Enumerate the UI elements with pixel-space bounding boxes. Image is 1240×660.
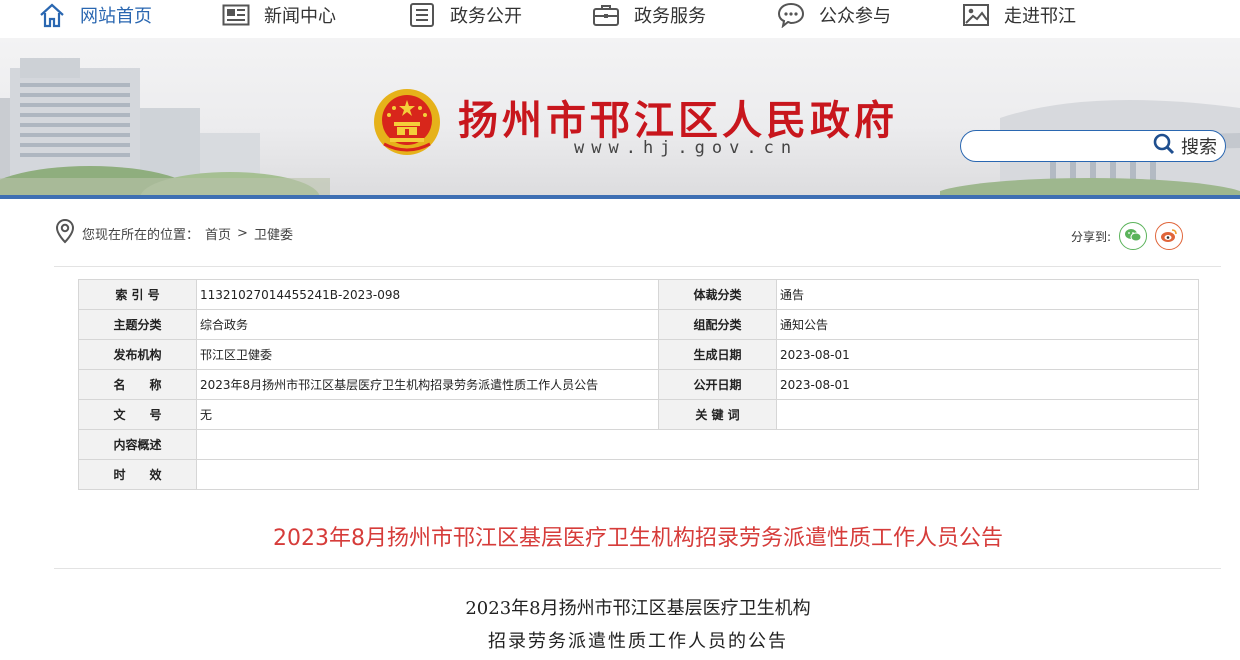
- meta-label-created: 生成日期: [658, 339, 777, 370]
- meta-label-summary: 内容概述: [78, 429, 197, 460]
- site-url: www.hj.gov.cn: [574, 138, 799, 158]
- search-input[interactable]: [973, 135, 1155, 159]
- table-row: 时 效: [78, 459, 1199, 490]
- meta-label-group: 组配分类: [658, 309, 777, 340]
- share-wechat-button[interactable]: [1119, 222, 1148, 250]
- meta-label-public-date: 公开日期: [658, 369, 777, 400]
- table-row: 内容概述: [78, 429, 1199, 460]
- meta-value-name: 2023年8月扬州市邗江区基层医疗卫生机构招录劳务派遣性质工作人员公告: [196, 369, 659, 400]
- nav-item-home[interactable]: 网站首页: [38, 0, 152, 30]
- meta-value-group: 通知公告: [776, 309, 1199, 340]
- meta-value-validity: [196, 459, 1199, 490]
- breadcrumb-home-link[interactable]: 首页: [205, 224, 231, 243]
- meta-value-keywords: [776, 399, 1199, 430]
- breadcrumb: 您现在所在的位置： 首页 > 卫健委: [54, 218, 293, 248]
- picture-icon: [962, 3, 990, 27]
- meta-value-genre: 通告: [776, 279, 1199, 310]
- document-metadata-table: 索 引 号 11321027014455241B-2023-098 体裁分类 通…: [78, 279, 1199, 490]
- meta-value-summary: [196, 429, 1199, 460]
- meta-label-validity: 时 效: [78, 459, 197, 490]
- home-icon: [38, 2, 66, 28]
- nav-label-news: 新闻中心: [264, 6, 336, 27]
- nav-item-about[interactable]: 走进邗江: [962, 0, 1076, 30]
- share-label: 分享到:: [1071, 229, 1112, 244]
- nav-item-gov-open[interactable]: 政务公开: [408, 0, 522, 30]
- wechat-icon: [1124, 227, 1142, 246]
- briefcase-icon: [592, 3, 620, 27]
- search-button-label: 搜索: [1181, 137, 1217, 158]
- article-subtitle-line1: 2023年8月扬州市邗江区基层医疗卫生机构: [465, 598, 811, 619]
- meta-value-created: 2023-08-01: [776, 339, 1199, 370]
- breadcrumb-prefix: 您现在所在的位置：: [82, 227, 200, 243]
- meta-value-publisher: 邗江区卫健委: [196, 339, 659, 370]
- meta-value-topic: 综合政务: [196, 309, 659, 340]
- table-row: 发布机构 邗江区卫健委 生成日期 2023-08-01: [78, 339, 1199, 370]
- search-icon: [1153, 133, 1175, 160]
- article-subtitle-line2: 招录劳务派遣性质工作人员的公告: [488, 631, 788, 652]
- divider: [54, 568, 1221, 569]
- list-document-icon: [408, 2, 436, 28]
- nav-item-gov-service[interactable]: 政务服务: [592, 0, 706, 30]
- meta-value-docno: 无: [196, 399, 659, 430]
- location-pin-icon: [54, 218, 76, 248]
- meta-label-genre: 体裁分类: [658, 279, 777, 310]
- table-row: 索 引 号 11321027014455241B-2023-098 体裁分类 通…: [78, 279, 1199, 310]
- nav-label-gov-open: 政务公开: [450, 6, 522, 27]
- city-skyline-left-image: [0, 58, 330, 198]
- breadcrumb-separator: >: [237, 225, 248, 241]
- table-row: 主题分类 综合政务 组配分类 通知公告: [78, 309, 1199, 340]
- breadcrumb-current-link[interactable]: 卫健委: [254, 224, 293, 243]
- nav-item-news[interactable]: 新闻中心: [222, 0, 336, 30]
- meta-label-topic: 主题分类: [78, 309, 197, 340]
- share-weibo-button[interactable]: [1155, 222, 1184, 250]
- chat-bubble-icon: [777, 2, 805, 28]
- meta-label-index: 索 引 号: [78, 279, 197, 310]
- nav-label-gov-service: 政务服务: [634, 6, 706, 27]
- meta-label-name: 名 称: [78, 369, 197, 400]
- meta-value-public-date: 2023-08-01: [776, 369, 1199, 400]
- site-banner: 扬州市邗江区人民政府 www.hj.gov.cn 搜索: [0, 38, 1240, 198]
- article-title: 2023年8月扬州市邗江区基层医疗卫生机构招录劳务派遣性质工作人员公告: [273, 526, 1003, 551]
- share-bar: 分享到:: [1071, 222, 1184, 250]
- meta-label-publisher: 发布机构: [78, 339, 197, 370]
- search-button[interactable]: 搜索: [1153, 133, 1217, 159]
- table-row: 名 称 2023年8月扬州市邗江区基层医疗卫生机构招录劳务派遣性质工作人员公告 …: [78, 369, 1199, 400]
- search-box: 搜索: [960, 130, 1226, 162]
- weibo-icon: [1160, 227, 1178, 246]
- table-row: 文 号 无 关 键 词: [78, 399, 1199, 430]
- meta-value-index: 11321027014455241B-2023-098: [196, 279, 659, 310]
- nav-label-participation: 公众参与: [819, 6, 891, 27]
- nav-label-home: 网站首页: [80, 6, 152, 27]
- city-skyline-right-image: [940, 100, 1240, 198]
- top-nav: 网站首页 新闻中心 政务公开 政务服务 公众参与 走进邗江: [0, 0, 1240, 38]
- nav-item-participation[interactable]: 公众参与: [777, 0, 891, 30]
- meta-label-keywords: 关 键 词: [658, 399, 777, 430]
- nav-label-about: 走进邗江: [1004, 6, 1076, 27]
- national-emblem-icon: [374, 89, 440, 155]
- newspaper-icon: [222, 4, 250, 26]
- divider: [54, 266, 1221, 267]
- meta-label-docno: 文 号: [78, 399, 197, 430]
